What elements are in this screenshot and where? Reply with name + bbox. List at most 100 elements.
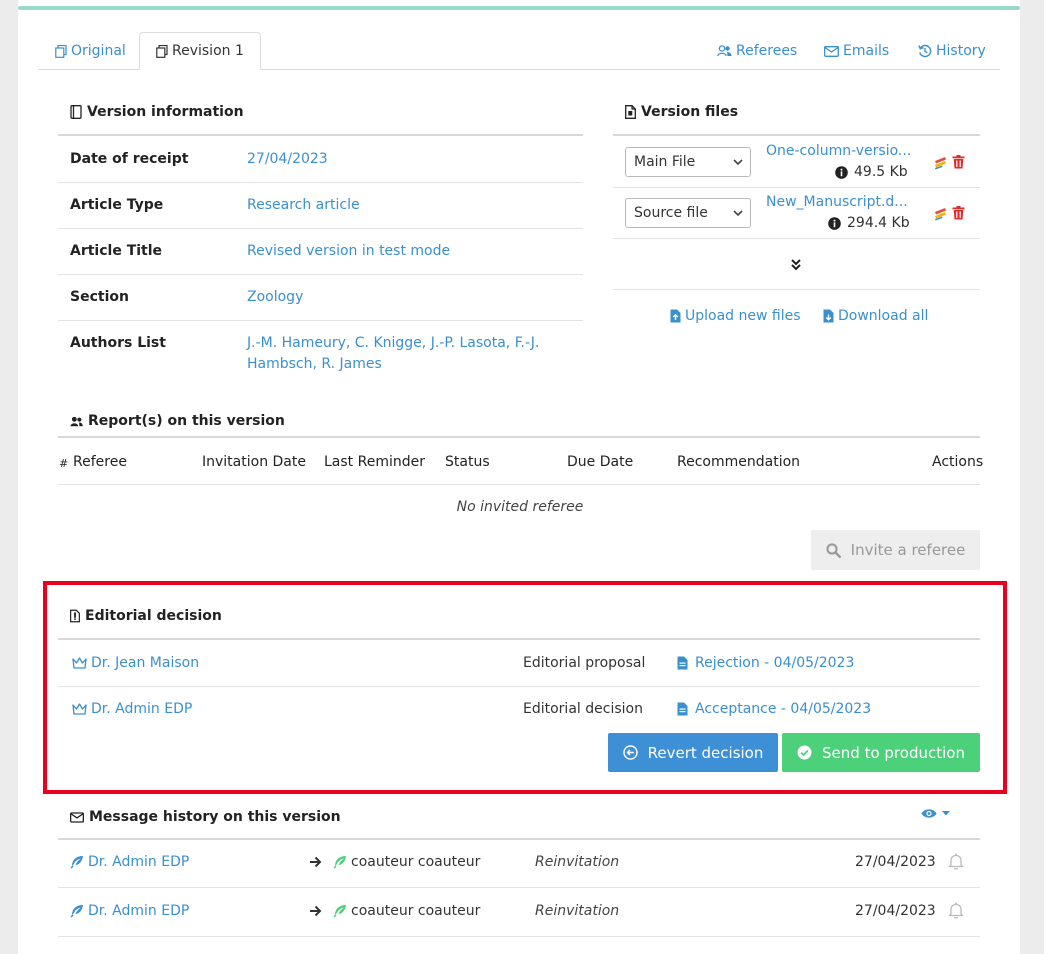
- chevron-down-icon: [733, 208, 743, 218]
- label-article-type: Article Type: [70, 197, 164, 213]
- divider: [613, 289, 980, 290]
- invite-referee-button[interactable]: Invite a referee: [811, 530, 980, 570]
- version-files-title: Version files: [625, 104, 738, 120]
- document-icon: [677, 702, 688, 716]
- file-type-select[interactable]: Main File: [625, 147, 751, 177]
- file-icon: [625, 105, 636, 119]
- tab-revision-1[interactable]: Revision 1: [139, 32, 261, 70]
- notebook-icon: [70, 105, 82, 119]
- column-invitation-date: Invitation Date: [202, 454, 306, 470]
- decision-kind: Editorial decision: [523, 701, 643, 717]
- label-article-title: Article Title: [70, 243, 163, 259]
- tab-history-label: History: [936, 43, 986, 59]
- value-authors-line-2: Hambsch, R. James: [247, 356, 382, 372]
- copy-icon: [156, 44, 168, 58]
- column-status: Status: [445, 454, 490, 470]
- convert-icon[interactable]: [934, 207, 947, 221]
- tab-original-label: Original: [71, 43, 126, 59]
- version-files-rule: [613, 134, 980, 136]
- search-icon: [826, 542, 841, 558]
- tab-emails-label: Emails: [843, 43, 890, 59]
- tab-referees[interactable]: Referees: [717, 32, 797, 70]
- message-history-title: Message history on this version: [70, 809, 341, 825]
- editor-link[interactable]: Dr. Jean Maison: [72, 655, 199, 671]
- column-recommendation: Recommendation: [677, 454, 801, 470]
- document-icon: [677, 656, 688, 670]
- divider: [613, 238, 980, 239]
- label-authors-list: Authors List: [70, 335, 166, 351]
- message-date: 27/04/2023: [855, 903, 936, 919]
- trash-icon[interactable]: [952, 206, 965, 220]
- column-last-reminder: Last Reminder: [324, 454, 425, 470]
- users-icon: [717, 45, 732, 57]
- editorial-rule: [58, 638, 980, 640]
- file-download-icon: [823, 309, 834, 323]
- message-sender-link[interactable]: Dr. Admin EDP: [70, 903, 189, 919]
- download-all-link[interactable]: Download all: [823, 308, 928, 324]
- tab-revision-label: Revision 1: [172, 43, 244, 59]
- chevron-down-icon: [733, 157, 743, 167]
- feather-icon: [70, 904, 84, 918]
- file-upload-icon: [670, 309, 681, 323]
- trash-icon[interactable]: [952, 155, 965, 169]
- arrow-circle-left-icon: [622, 745, 638, 760]
- envelope-icon: [824, 45, 839, 57]
- value-date-of-receipt: 27/04/2023: [247, 151, 328, 167]
- bell-icon[interactable]: [948, 853, 964, 870]
- crown-icon: [72, 703, 87, 715]
- message-recipient: coauteur coauteur: [333, 854, 480, 870]
- check-circle-icon: [797, 745, 812, 760]
- message-history-rule: [58, 838, 980, 840]
- divider: [58, 274, 583, 275]
- message-date: 27/04/2023: [855, 854, 936, 870]
- send-to-production-button[interactable]: Send to production: [782, 733, 980, 772]
- message-sender-link[interactable]: Dr. Admin EDP: [70, 854, 189, 870]
- value-article-type: Research article: [247, 197, 360, 213]
- divider: [58, 686, 980, 687]
- convert-icon[interactable]: [934, 156, 947, 170]
- value-article-title: Revised version in test mode: [247, 243, 451, 259]
- editor-link[interactable]: Dr. Admin EDP: [72, 701, 192, 717]
- message-subject: Reinvitation: [535, 903, 620, 919]
- column-num: #: [59, 457, 69, 470]
- divider: [58, 182, 583, 183]
- divider: [613, 187, 980, 188]
- reports-title: Report(s) on this version: [70, 413, 285, 429]
- version-info-rule: [58, 134, 583, 136]
- file-name-link[interactable]: New_Manuscript.d...: [766, 194, 908, 210]
- reports-rule: [58, 436, 980, 438]
- decision-document-link[interactable]: Acceptance - 04/05/2023: [677, 701, 871, 717]
- tab-original[interactable]: Original: [55, 32, 126, 70]
- feather-icon: [333, 855, 347, 869]
- feather-icon: [70, 855, 84, 869]
- file-size: 294.4 Kb: [828, 215, 910, 231]
- bell-icon[interactable]: [948, 902, 964, 919]
- message-subject: Reinvitation: [535, 854, 620, 870]
- revert-decision-button[interactable]: Revert decision: [608, 733, 778, 772]
- file-type-select[interactable]: Source file: [625, 198, 751, 228]
- divider: [58, 320, 583, 321]
- divider: [58, 484, 980, 485]
- file-name-link[interactable]: One-column-versio...: [766, 143, 911, 159]
- expand-more-icon[interactable]: [790, 258, 802, 271]
- decision-kind: Editorial proposal: [523, 655, 646, 671]
- column-due-date: Due Date: [567, 454, 634, 470]
- arrow-right-icon: [309, 905, 322, 917]
- upload-files-link[interactable]: Upload new files: [670, 308, 801, 324]
- file-size: 49.5 Kb: [835, 164, 908, 180]
- history-icon: [918, 44, 932, 58]
- caret-down-icon: [942, 811, 950, 816]
- tab-emails[interactable]: Emails: [824, 32, 889, 70]
- file-icon: [70, 609, 80, 623]
- decision-document-link[interactable]: Rejection - 04/05/2023: [677, 655, 854, 671]
- tab-referees-label: Referees: [736, 43, 798, 59]
- accent-bar: [18, 6, 1020, 10]
- copy-icon: [55, 44, 67, 58]
- crown-icon: [72, 657, 87, 669]
- tab-history[interactable]: History: [918, 32, 986, 70]
- message-recipient: coauteur coauteur: [333, 903, 480, 919]
- editorial-title: Editorial decision: [70, 608, 222, 624]
- value-section: Zoology: [247, 289, 304, 305]
- envelope-icon: [70, 811, 84, 823]
- visibility-dropdown[interactable]: [921, 808, 950, 819]
